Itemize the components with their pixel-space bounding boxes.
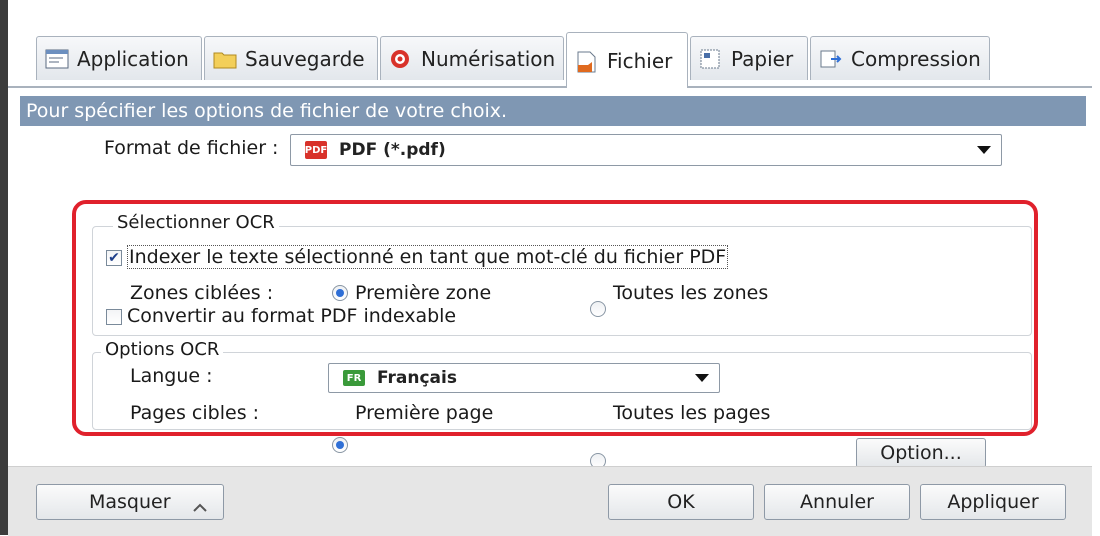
page-first-radio[interactable] (332, 437, 348, 453)
tab-label: Application (77, 46, 189, 71)
tab-application[interactable]: Application (36, 36, 202, 80)
option-button[interactable]: Option... (856, 438, 986, 468)
folder-icon (213, 49, 237, 69)
file-format-value: PDF (*.pdf) (339, 140, 446, 160)
scan-icon (389, 49, 413, 69)
window-top (0, 0, 1100, 26)
tab-sauvegarde[interactable]: Sauvegarde (204, 36, 378, 80)
tab-label: Fichier (607, 48, 673, 73)
tab-papier[interactable]: Papier (690, 36, 808, 80)
ok-button[interactable]: OK (608, 484, 754, 520)
tab-label: Numérisation (421, 46, 556, 71)
cancel-button[interactable]: Annuler (764, 484, 910, 520)
tab-label: Compression (851, 46, 981, 71)
file-format-label: Format de fichier : (104, 137, 279, 159)
hide-button[interactable]: Masquer (36, 484, 224, 520)
pdf-icon: PDF (305, 141, 327, 159)
hide-button-label: Masquer (89, 491, 171, 513)
apply-button[interactable]: Appliquer (920, 484, 1066, 520)
chevron-down-icon (977, 146, 991, 154)
tab-numerisation[interactable]: Numérisation (380, 36, 564, 80)
chevron-up-icon (193, 496, 207, 518)
tab-label: Sauvegarde (245, 46, 365, 71)
file-icon (575, 51, 599, 72)
info-bar: Pour spécifier les options de fichier de… (20, 96, 1086, 126)
tab-fichier[interactable]: Fichier (566, 32, 688, 88)
file-format-select[interactable]: PDF PDF (*.pdf) (290, 134, 1002, 166)
compression-icon (819, 49, 843, 69)
tab-label: Papier (731, 46, 794, 71)
tab-compression[interactable]: Compression (810, 36, 990, 80)
highlight-frame (72, 200, 1038, 436)
paper-icon (699, 49, 723, 69)
window-left-edge (0, 0, 8, 535)
tab-divider (8, 86, 1092, 88)
application-icon (45, 49, 69, 69)
